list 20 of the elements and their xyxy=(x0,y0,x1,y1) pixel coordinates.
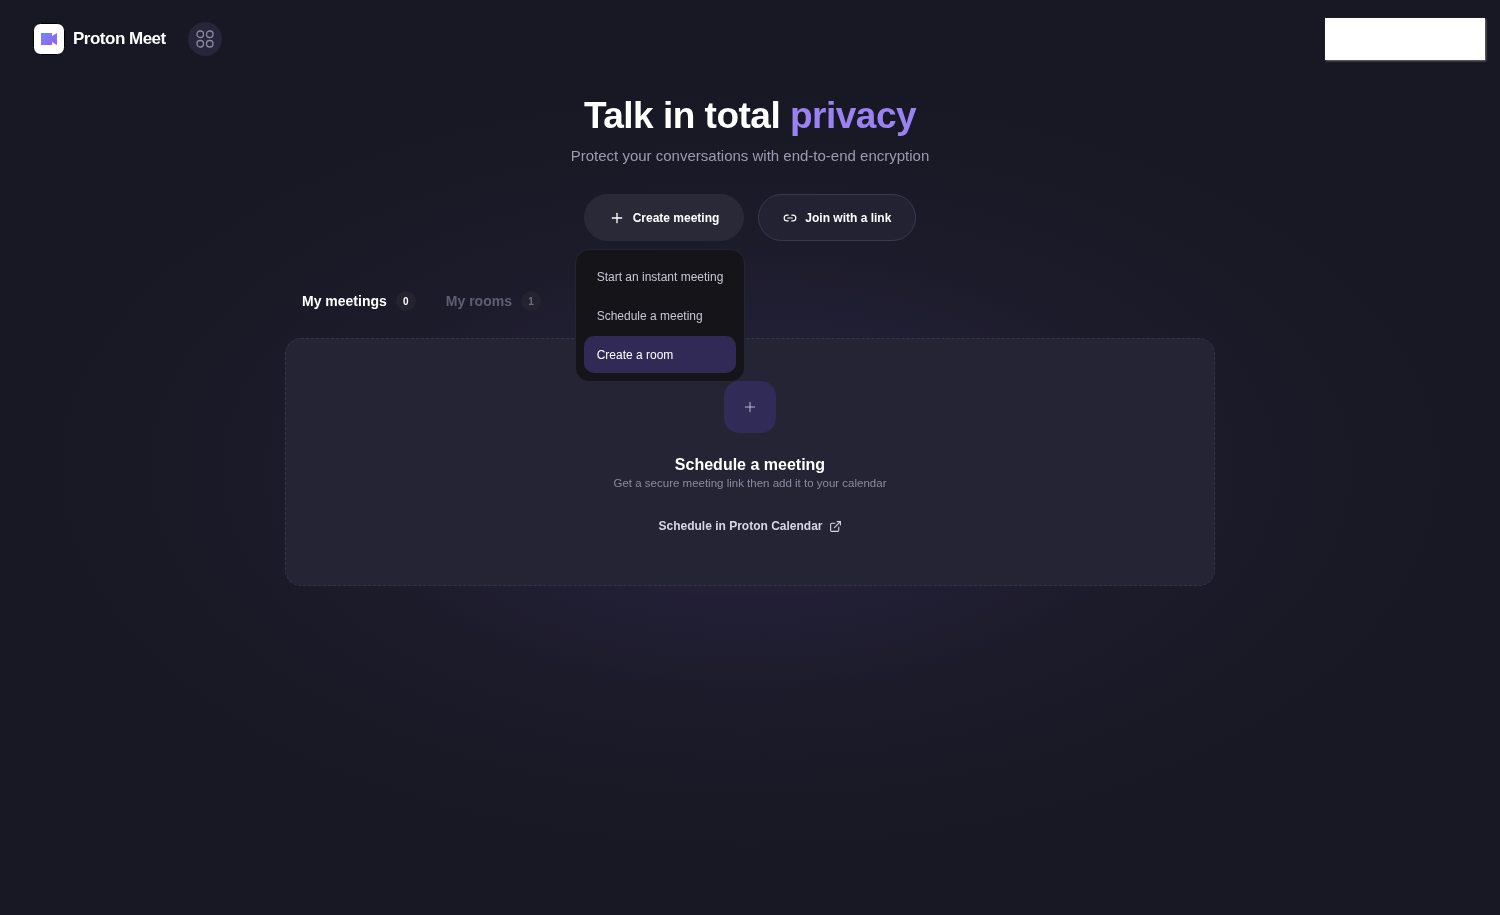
join-link-button[interactable]: Join with a link xyxy=(758,194,917,241)
subtitle: Protect your conversations with end-to-end encryption xyxy=(570,147,930,164)
count-badge: 1 xyxy=(520,291,541,311)
headline: Talk in total privacy xyxy=(583,95,917,137)
tab[interactable]: My meetings 0 xyxy=(302,291,416,311)
apps-button[interactable] xyxy=(187,21,222,56)
count-badge: 0 xyxy=(395,291,416,311)
calendar-link[interactable]: Schedule in Proton Calendar xyxy=(658,519,842,533)
brand-name: Proton Meet xyxy=(73,28,166,49)
create-meeting-button[interactable]: Create meeting xyxy=(583,194,745,241)
menu-item[interactable]: Schedule a meeting xyxy=(583,297,737,334)
menu-item[interactable]: Create a room xyxy=(583,336,737,373)
logo-icon xyxy=(33,22,65,55)
grid-icon xyxy=(195,29,214,48)
external-link-icon xyxy=(828,519,842,533)
plus-icon xyxy=(742,399,758,415)
empty-state-description: Get a secure meeting link then add it to your calendar xyxy=(613,477,887,489)
add-tile[interactable] xyxy=(724,381,776,433)
menu-item[interactable]: Start an instant meeting xyxy=(583,258,737,295)
empty-state-title: Schedule a meeting xyxy=(674,456,826,474)
